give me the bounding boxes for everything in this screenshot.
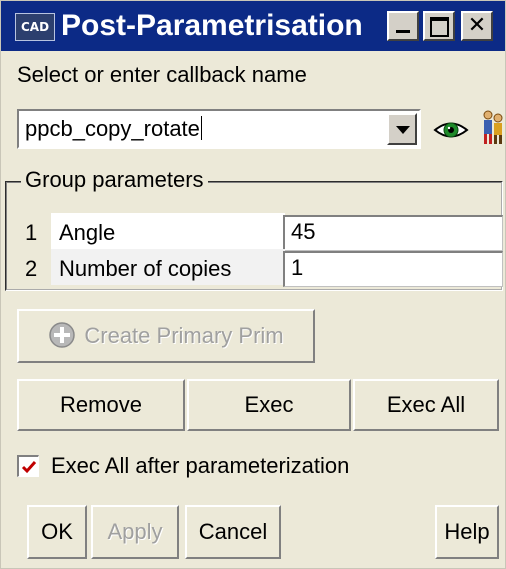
parameter-name: Angle bbox=[59, 220, 116, 245]
window-title: Post-Parametrisation bbox=[61, 9, 363, 42]
maximize-button[interactable] bbox=[423, 11, 455, 41]
remove-button[interactable]: Remove bbox=[17, 379, 185, 431]
close-icon: ✕ bbox=[467, 13, 487, 38]
exec-all-checkbox[interactable] bbox=[17, 455, 39, 477]
group-parameters-title: Group parameters bbox=[21, 166, 208, 194]
callback-label: Select or enter callback name bbox=[17, 62, 307, 87]
close-button[interactable]: ✕ bbox=[461, 11, 493, 41]
ok-button[interactable]: OK bbox=[27, 505, 87, 559]
callback-input-value[interactable]: ppcb_copy_rotate bbox=[25, 116, 200, 141]
parameter-index: 1 bbox=[25, 220, 38, 245]
people-icon[interactable] bbox=[475, 107, 506, 147]
post-parametrisation-window: CAD Post-Parametrisation ✕ Select or ent… bbox=[0, 0, 506, 569]
apply-button[interactable]: Apply bbox=[91, 505, 179, 559]
number-of-copies-input[interactable]: 1 bbox=[283, 251, 503, 287]
app-icon: CAD bbox=[15, 13, 55, 41]
exec-button[interactable]: Exec bbox=[187, 379, 351, 431]
exec-all-checkbox-label: Exec All after parameterization bbox=[51, 453, 350, 478]
cancel-button[interactable]: Cancel bbox=[185, 505, 281, 559]
help-button[interactable]: Help bbox=[435, 505, 499, 559]
check-icon bbox=[21, 461, 37, 474]
eye-icon[interactable] bbox=[433, 115, 469, 145]
exec-all-button[interactable]: Exec All bbox=[353, 379, 499, 431]
parameter-row: 2 Number of copies 1 bbox=[15, 249, 503, 291]
add-circle-icon bbox=[49, 322, 76, 348]
callback-combobox[interactable]: ppcb_copy_rotate bbox=[17, 109, 421, 149]
minimize-button[interactable] bbox=[387, 11, 419, 41]
parameter-index: 2 bbox=[25, 256, 38, 281]
create-primary-prim-button[interactable]: Create Primary Prim bbox=[17, 309, 315, 363]
text-caret bbox=[200, 116, 202, 140]
create-primary-prim-label: Create Primary Prim bbox=[84, 323, 284, 348]
dropdown-button[interactable] bbox=[387, 113, 417, 145]
angle-input[interactable]: 45 bbox=[283, 215, 503, 251]
title-bar[interactable]: CAD Post-Parametrisation ✕ bbox=[1, 1, 505, 51]
parameter-name: Number of copies bbox=[59, 256, 232, 281]
